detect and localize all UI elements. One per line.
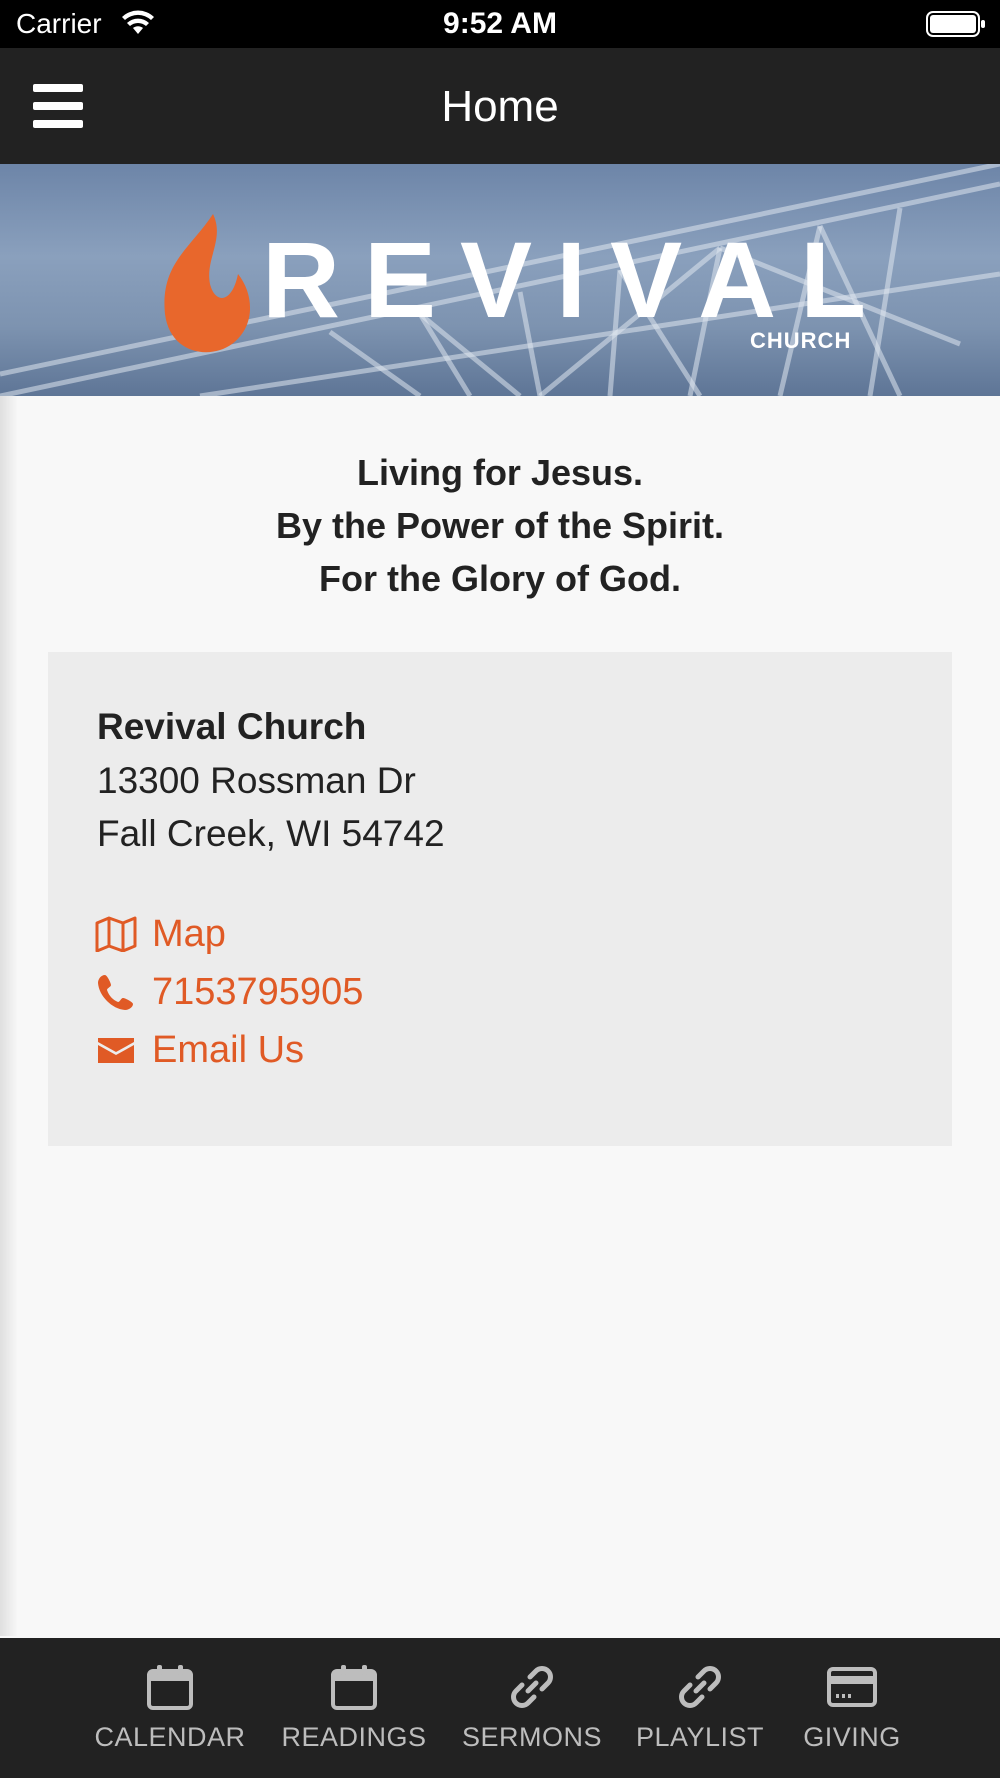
- map-icon: [94, 912, 138, 956]
- address-line-2: Fall Creek, WI 54742: [97, 813, 445, 854]
- tab-calendar[interactable]: CALENDAR: [90, 1638, 250, 1778]
- envelope-icon: [94, 1028, 138, 1072]
- link-icon: [507, 1662, 557, 1712]
- bottom-tab-bar: CALENDAR READINGS SERMONS PLAYLIST GIVIN…: [0, 1638, 1000, 1778]
- tab-label: SERMONS: [461, 1722, 603, 1752]
- phone-link-label: 7153795905: [152, 970, 364, 1013]
- tagline-line: For the Glory of God.: [319, 558, 681, 599]
- flame-logo-icon: [164, 214, 251, 353]
- phone-link[interactable]: 7153795905: [94, 966, 363, 1018]
- phone-icon: [94, 970, 138, 1014]
- logo-subtext: CHURCH: [750, 328, 852, 353]
- tagline: Living for Jesus. By the Power of the Sp…: [0, 446, 1000, 605]
- calendar-icon: [145, 1662, 195, 1712]
- map-link[interactable]: Map: [94, 908, 226, 960]
- email-link-label: Email Us: [152, 1028, 305, 1071]
- address-line-1: 13300 Rossman Dr: [97, 760, 416, 801]
- link-icon: [675, 1662, 725, 1712]
- map-link-label: Map: [152, 912, 226, 955]
- tab-label: READINGS: [281, 1722, 427, 1752]
- battery-icon: [926, 11, 985, 37]
- tab-label: CALENDAR: [94, 1722, 246, 1752]
- tab-label: PLAYLIST: [635, 1722, 765, 1752]
- status-bar: Carrier 9:52 AM: [0, 0, 1000, 48]
- page-title: Home: [441, 82, 559, 131]
- credit-card-icon: [827, 1662, 877, 1712]
- status-time: 9:52 AM: [443, 7, 557, 40]
- tagline-line: Living for Jesus.: [356, 452, 644, 493]
- church-name: Revival Church: [97, 706, 367, 747]
- tab-label: GIVING: [803, 1722, 901, 1752]
- calendar-icon: [329, 1662, 379, 1712]
- contact-card: Revival Church 13300 Rossman Dr Fall Cre…: [48, 652, 952, 1146]
- nav-bar: Home: [0, 48, 1000, 164]
- tab-giving[interactable]: GIVING: [796, 1638, 908, 1778]
- tagline-line: By the Power of the Spirit.: [275, 505, 725, 546]
- tab-readings[interactable]: READINGS: [278, 1638, 430, 1778]
- email-link[interactable]: Email Us: [94, 1024, 304, 1076]
- tab-playlist[interactable]: PLAYLIST: [632, 1638, 768, 1778]
- logo-wordmark: REVIVAL: [262, 219, 891, 340]
- header-banner: REVIVAL CHURCH: [0, 164, 1000, 396]
- tab-sermons[interactable]: SERMONS: [460, 1638, 604, 1778]
